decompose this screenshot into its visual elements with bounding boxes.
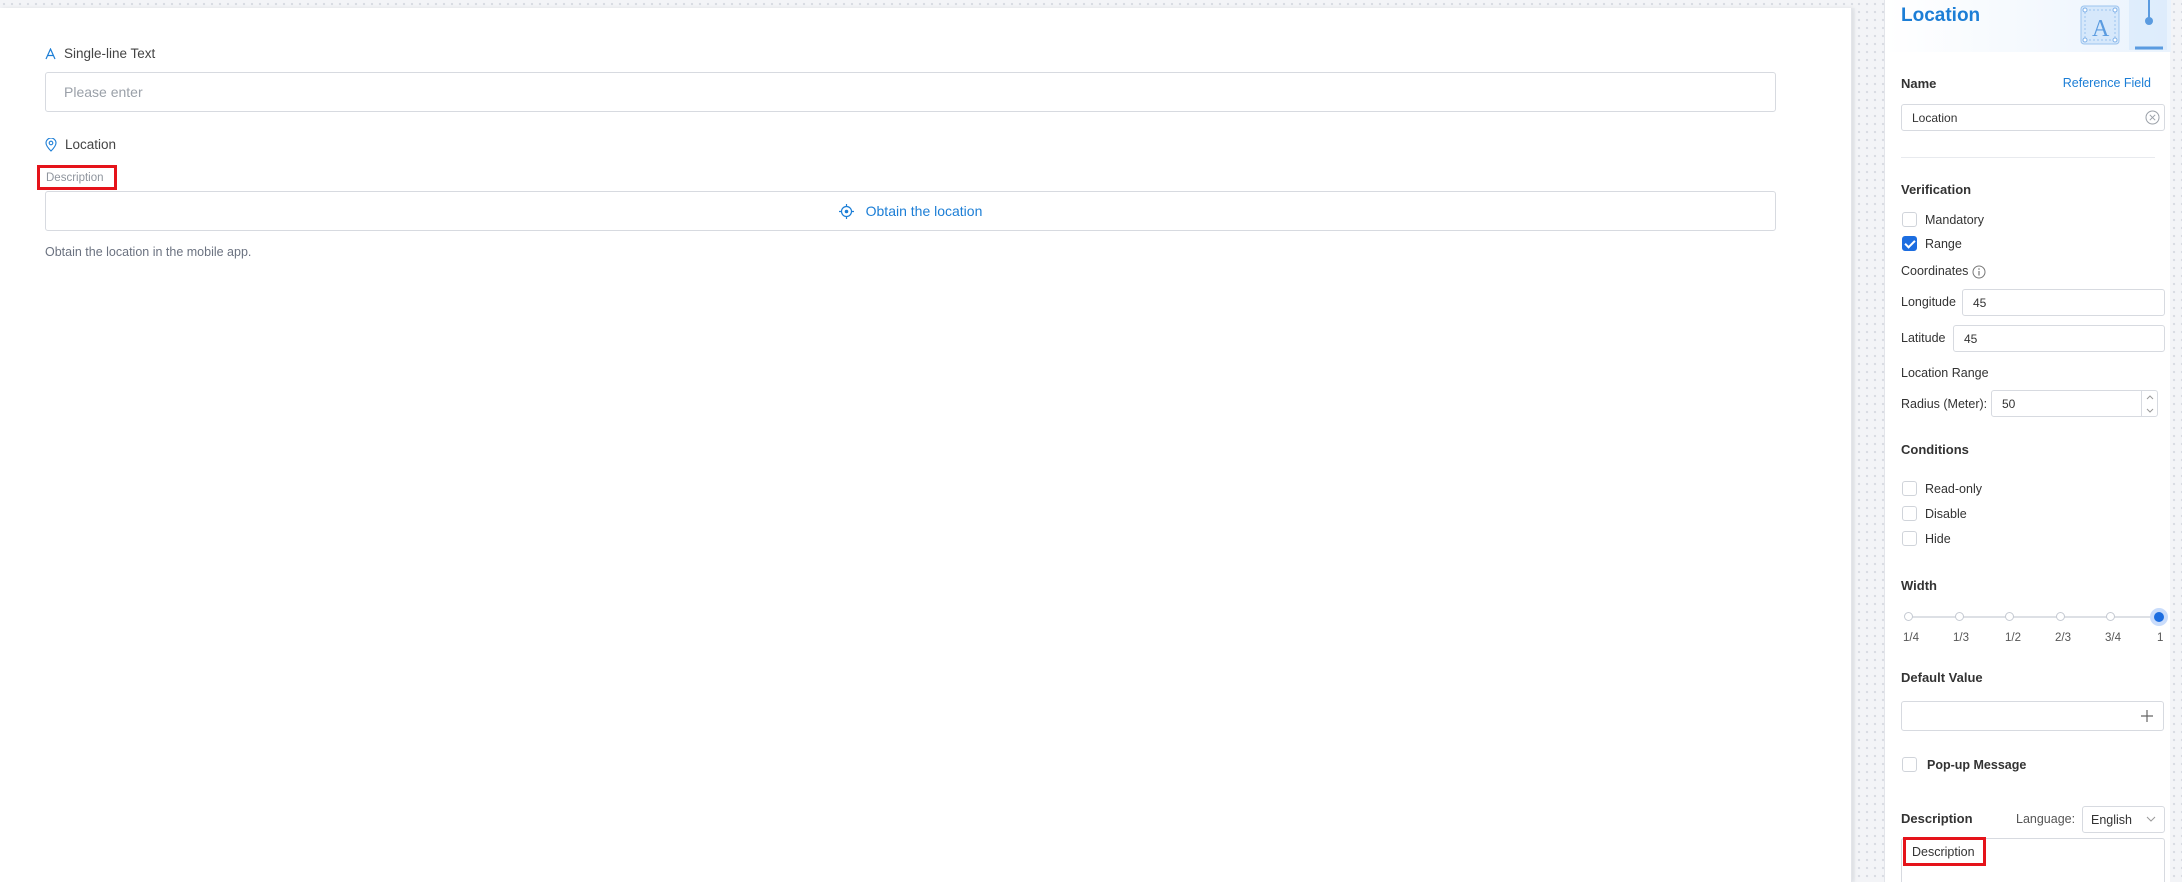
width-heading: Width — [1901, 578, 1937, 593]
width-tick[interactable] — [2106, 612, 2115, 621]
hide-checkbox[interactable] — [1902, 531, 1917, 546]
clear-icon[interactable] — [2145, 110, 2160, 125]
radius-input[interactable] — [1991, 390, 2158, 417]
width-option-label: 1/3 — [1953, 632, 1969, 644]
conditions-heading: Conditions — [1901, 442, 1969, 457]
panel-gutter — [1855, 0, 1884, 882]
hide-label: Hide — [1925, 532, 1951, 546]
coordinates-label: Coordinates — [1901, 264, 1969, 278]
longitude-input[interactable] — [1962, 289, 2165, 316]
single-line-text-input[interactable] — [45, 72, 1776, 112]
plus-icon — [2141, 710, 2153, 722]
width-option-label: 2/3 — [2055, 632, 2071, 644]
read-only-label: Read-only — [1925, 482, 1982, 496]
width-slider-track[interactable] — [1908, 616, 2158, 618]
width-tick[interactable] — [1904, 612, 1913, 621]
disable-checkbox[interactable] — [1902, 506, 1917, 521]
obtain-location-button[interactable]: Obtain the location — [45, 191, 1776, 231]
panel-header: Location A — [1885, 0, 2171, 52]
location-pin-icon — [45, 137, 57, 152]
name-heading: Name — [1901, 76, 1937, 91]
single-line-text-label-row: Single-line Text — [45, 46, 155, 61]
disable-label: Disable — [1925, 507, 1967, 521]
latitude-input[interactable] — [1953, 325, 2165, 352]
location-description: Description — [37, 165, 117, 190]
chevron-down-icon — [2146, 816, 2156, 822]
default-value-heading: Default Value — [1901, 670, 1983, 685]
canvas-background — [0, 0, 1855, 8]
single-line-text-label: Single-line Text — [64, 46, 156, 61]
location-help-text: Obtain the location in the mobile app. — [45, 245, 252, 259]
panel-title: Location — [1901, 5, 1981, 26]
width-slider-thumb[interactable] — [2150, 608, 2168, 626]
chevron-up-icon[interactable] — [2142, 391, 2157, 404]
width-tick[interactable] — [1955, 612, 1964, 621]
longitude-label: Longitude — [1901, 295, 1956, 309]
obtain-location-label: Obtain the location — [865, 203, 983, 219]
default-value-input[interactable] — [1901, 701, 2132, 731]
location-label: Location — [65, 137, 117, 152]
verification-heading: Verification — [1901, 182, 1972, 197]
location-label-row: Location — [45, 137, 116, 152]
latitude-label: Latitude — [1901, 331, 1946, 345]
description-heading: Description — [1901, 811, 1973, 826]
name-input[interactable] — [1901, 104, 2165, 131]
range-label: Range — [1925, 237, 1962, 251]
add-default-value-button[interactable] — [2131, 701, 2164, 731]
language-value: English — [2091, 812, 2132, 827]
language-select[interactable]: English — [2082, 806, 2165, 833]
read-only-checkbox[interactable] — [1902, 481, 1917, 496]
text-field-icon — [45, 47, 56, 59]
width-option-label: 1/2 — [2005, 632, 2021, 644]
radius-stepper[interactable] — [2141, 391, 2157, 417]
reference-field-link[interactable]: Reference Field — [2063, 76, 2151, 90]
mandatory-checkbox[interactable] — [1902, 212, 1917, 227]
svg-text:A: A — [2092, 16, 2110, 42]
width-tick[interactable] — [2005, 612, 2014, 621]
location-range-label: Location Range — [1901, 366, 1989, 380]
popup-message-checkbox[interactable] — [1902, 757, 1917, 772]
crosshair-icon — [838, 203, 854, 219]
width-option-label: 3/4 — [2105, 632, 2121, 644]
language-label: Language: — [2016, 812, 2076, 826]
info-icon[interactable] — [1972, 265, 1986, 279]
properties-panel: Location A Name Reference Field Verifica… — [1884, 0, 2171, 882]
form-canvas: Single-line Text Location Description Ob… — [0, 8, 1852, 882]
width-option-label: 1 — [2157, 632, 2164, 644]
width-tick[interactable] — [2056, 612, 2065, 621]
field-type-illustration-icon: A — [2080, 0, 2167, 50]
panel-edge — [2170, 0, 2182, 882]
width-option-label: 1/4 — [1903, 632, 1919, 644]
chevron-down-icon[interactable] — [2142, 404, 2157, 417]
description-textarea-value: Description — [1903, 837, 1986, 866]
radius-label: Radius (Meter): — [1901, 397, 1988, 411]
range-checkbox[interactable] — [1902, 236, 1917, 251]
mandatory-label: Mandatory — [1925, 213, 1985, 227]
popup-message-label: Pop-up Message — [1927, 758, 2027, 772]
divider — [1901, 157, 2155, 158]
